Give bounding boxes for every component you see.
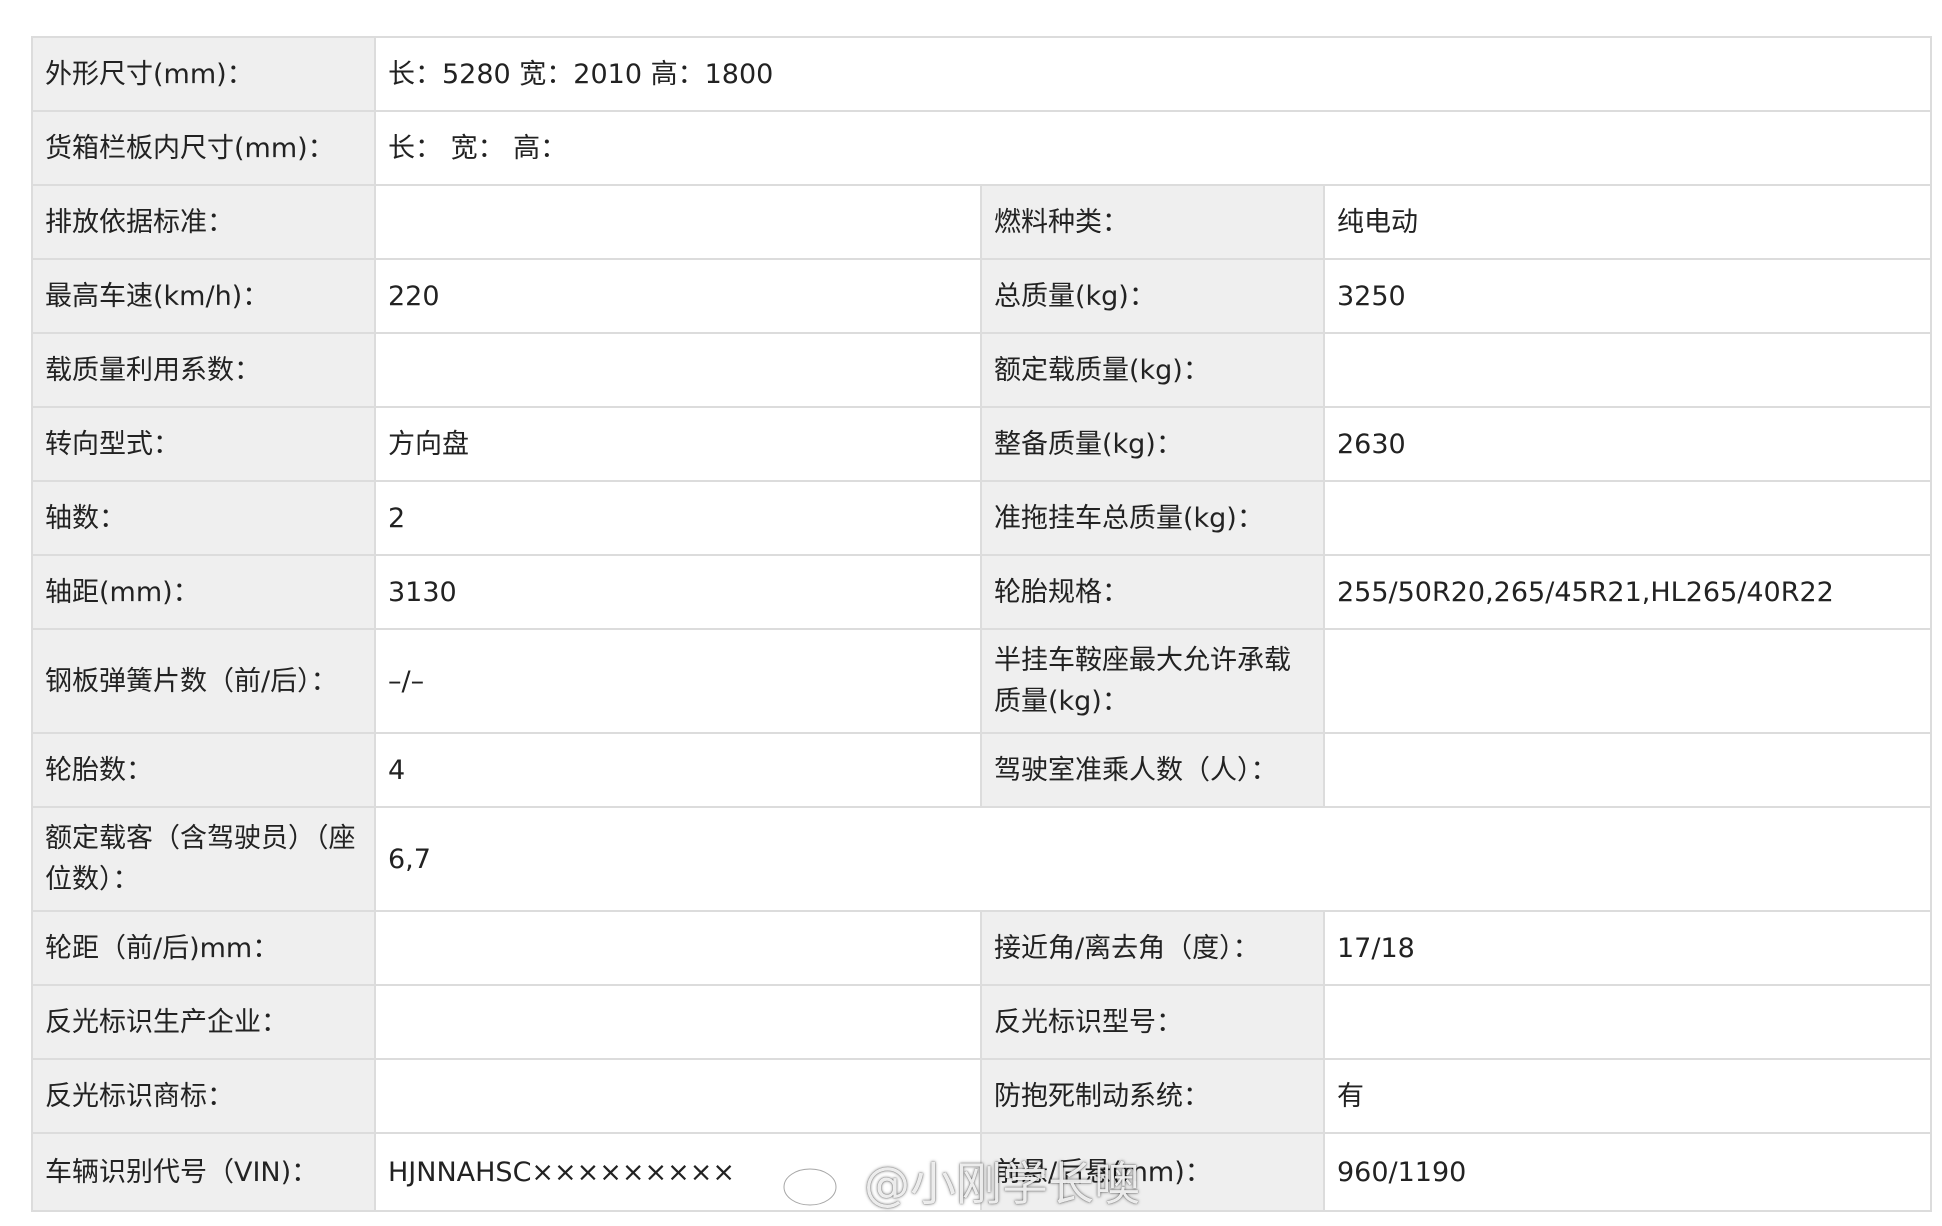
spec-value: 方向盘 — [374, 406, 982, 482]
table-row: 转向型式： 方向盘 整备质量(kg)： 2630 — [31, 406, 1933, 482]
table-row: 轮距（前/后)mm： 接近角/离去角（度）： 17/18 — [31, 910, 1933, 986]
spec-label: 外形尺寸(mm)： — [31, 36, 376, 112]
table-row: 轴数： 2 准拖挂车总质量(kg)： — [31, 480, 1933, 556]
spec-label: 接近角/离去角（度）： — [980, 910, 1325, 986]
spec-value: HJNNAHSC××××××××× — [374, 1132, 982, 1212]
spec-value — [1322, 732, 1933, 808]
spec-value: 6,7 — [373, 806, 1933, 912]
spec-value: 纯电动 — [1322, 184, 1933, 260]
spec-value: 2 — [374, 480, 982, 556]
spec-value — [1322, 628, 1933, 734]
spec-value: –/– — [374, 628, 982, 734]
spec-label: 货箱栏板内尺寸(mm)： — [31, 110, 376, 186]
spec-value: 220 — [374, 258, 982, 334]
spec-label: 最高车速(km/h)： — [31, 258, 376, 334]
vehicle-spec-table: 外形尺寸(mm)： 长：5280 宽：2010 高：1800 货箱栏板内尺寸(m… — [31, 36, 1933, 1212]
spec-value — [374, 184, 982, 260]
spec-label: 轴距(mm)： — [31, 554, 376, 630]
spec-value: 长：5280 宽：2010 高：1800 — [373, 36, 1933, 112]
spec-value — [374, 910, 982, 986]
spec-value: 17/18 — [1322, 910, 1933, 986]
spec-value — [374, 984, 982, 1060]
page: 外形尺寸(mm)： 长：5280 宽：2010 高：1800 货箱栏板内尺寸(m… — [0, 0, 1942, 1226]
table-row: 额定载客（含驾驶员）（座位数）： 6,7 — [31, 806, 1933, 912]
spec-label: 驾驶室准乘人数（人）： — [980, 732, 1325, 808]
spec-label: 燃料种类： — [980, 184, 1325, 260]
spec-value — [1322, 480, 1933, 556]
spec-label: 车辆识别代号（VIN)： — [31, 1132, 376, 1212]
table-row: 钢板弹簧片数（前/后）： –/– 半挂车鞍座最大允许承载质量(kg)： — [31, 628, 1933, 734]
spec-label: 排放依据标准： — [31, 184, 376, 260]
spec-value: 255/50R20,265/45R21,HL265/40R22 — [1322, 554, 1933, 630]
spec-value — [1322, 984, 1933, 1060]
spec-value — [374, 332, 982, 408]
spec-value — [1322, 332, 1933, 408]
spec-value: 960/1190 — [1322, 1132, 1933, 1212]
spec-label: 反光标识商标： — [31, 1058, 376, 1134]
spec-label: 额定载质量(kg)： — [980, 332, 1325, 408]
spec-label: 轮胎规格： — [980, 554, 1325, 630]
spec-value: 4 — [374, 732, 982, 808]
spec-label: 额定载客（含驾驶员）（座位数）： — [31, 806, 376, 912]
spec-label: 反光标识型号： — [980, 984, 1325, 1060]
spec-label: 整备质量(kg)： — [980, 406, 1325, 482]
spec-label: 钢板弹簧片数（前/后）： — [31, 628, 376, 734]
spec-label: 反光标识生产企业： — [31, 984, 376, 1060]
spec-label: 半挂车鞍座最大允许承载质量(kg)： — [980, 628, 1325, 734]
table-row: 外形尺寸(mm)： 长：5280 宽：2010 高：1800 — [31, 36, 1933, 112]
spec-value: 3250 — [1322, 258, 1933, 334]
spec-label: 总质量(kg)： — [980, 258, 1325, 334]
spec-label: 准拖挂车总质量(kg)： — [980, 480, 1325, 556]
table-row: 反光标识商标： 防抱死制动系统： 有 — [31, 1058, 1933, 1134]
spec-label: 载质量利用系数： — [31, 332, 376, 408]
spec-value: 有 — [1322, 1058, 1933, 1134]
spec-label: 轴数： — [31, 480, 376, 556]
spec-label: 转向型式： — [31, 406, 376, 482]
spec-label: 前悬/后悬(mm)： — [980, 1132, 1325, 1212]
table-row: 排放依据标准： 燃料种类： 纯电动 — [31, 184, 1933, 260]
table-row: 反光标识生产企业： 反光标识型号： — [31, 984, 1933, 1060]
spec-value: 3130 — [374, 554, 982, 630]
table-row: 货箱栏板内尺寸(mm)： 长： 宽： 高： — [31, 110, 1933, 186]
spec-label: 轮胎数： — [31, 732, 376, 808]
table-row: 最高车速(km/h)： 220 总质量(kg)： 3250 — [31, 258, 1933, 334]
spec-label: 防抱死制动系统： — [980, 1058, 1325, 1134]
spec-value: 长： 宽： 高： — [373, 110, 1933, 186]
spec-value — [374, 1058, 982, 1134]
spec-value: 2630 — [1322, 406, 1933, 482]
spec-label: 轮距（前/后)mm： — [31, 910, 376, 986]
table-row: 轮胎数： 4 驾驶室准乘人数（人）： — [31, 732, 1933, 808]
table-row: 载质量利用系数： 额定载质量(kg)： — [31, 332, 1933, 408]
table-row: 轴距(mm)： 3130 轮胎规格： 255/50R20,265/45R21,H… — [31, 554, 1933, 630]
table-row: 车辆识别代号（VIN)： HJNNAHSC××××××××× 前悬/后悬(mm)… — [31, 1132, 1933, 1212]
